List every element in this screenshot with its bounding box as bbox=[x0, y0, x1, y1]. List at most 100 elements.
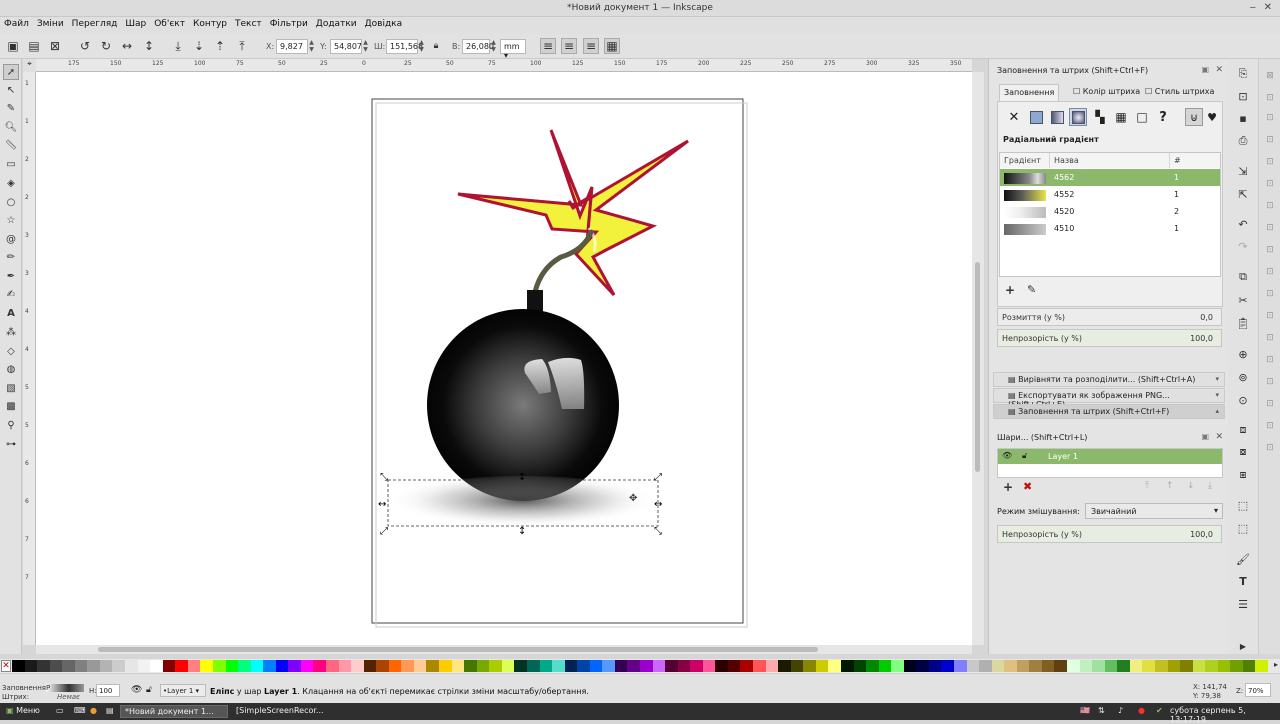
palette-swatch[interactable] bbox=[1242, 660, 1256, 672]
save-icon[interactable]: ▪ bbox=[1236, 111, 1250, 125]
palette-swatch[interactable] bbox=[1217, 660, 1231, 672]
shadow-ellipse[interactable] bbox=[389, 476, 657, 530]
menu-view[interactable]: Перегляд bbox=[68, 17, 122, 29]
star-tool-icon[interactable]: ☆ bbox=[3, 212, 19, 228]
network-icon[interactable]: ⇅ bbox=[1094, 705, 1109, 718]
palette-swatch[interactable] bbox=[891, 660, 905, 672]
fill-rule-evenodd-icon[interactable]: ⊍ bbox=[1185, 108, 1203, 126]
palette-swatch[interactable] bbox=[853, 660, 867, 672]
menu-filters[interactable]: Фільтри bbox=[266, 17, 312, 29]
rectangle-tool-icon[interactable]: ▭ bbox=[3, 156, 19, 172]
select-all-icon[interactable]: ▣ bbox=[5, 38, 21, 54]
snap-path-icon[interactable]: ⊡ bbox=[1263, 221, 1277, 235]
add-gradient-icon[interactable]: + bbox=[1005, 283, 1015, 297]
palette-swatch[interactable] bbox=[501, 660, 515, 672]
unlink-clone-icon[interactable]: ⧆ bbox=[1236, 468, 1250, 482]
snap-page-icon[interactable]: ⊡ bbox=[1263, 375, 1277, 389]
flip-horizontal-icon[interactable]: ↔ bbox=[119, 38, 135, 54]
palette-swatch[interactable] bbox=[451, 660, 465, 672]
palette-swatch[interactable] bbox=[401, 660, 415, 672]
palette-swatch[interactable] bbox=[665, 660, 679, 672]
palette-swatch[interactable] bbox=[1205, 660, 1219, 672]
palette-swatch[interactable] bbox=[564, 660, 578, 672]
panel-iconify-icon[interactable]: ▣ bbox=[1201, 65, 1209, 74]
visibility-icon[interactable]: 👁︎ bbox=[1002, 451, 1012, 460]
palette-swatch[interactable] bbox=[589, 660, 603, 672]
node-tool-icon[interactable]: ↖ bbox=[3, 82, 19, 98]
snap-midpoint-icon[interactable]: ⊡ bbox=[1263, 287, 1277, 301]
flat-color-icon[interactable] bbox=[1027, 108, 1045, 126]
snap-bbox-edge-icon[interactable]: ⊡ bbox=[1263, 111, 1277, 125]
flip-vertical-icon[interactable]: ↕ bbox=[141, 38, 157, 54]
duplicate-icon[interactable]: ⧈ bbox=[1236, 423, 1250, 437]
palette-swatch[interactable] bbox=[426, 660, 440, 672]
unset-paint-icon[interactable]: ? bbox=[1154, 108, 1172, 126]
menu-edit[interactable]: Зміни bbox=[33, 17, 68, 29]
layer-up-icon[interactable]: ↑ bbox=[1166, 481, 1174, 491]
linear-gradient-icon[interactable] bbox=[1048, 108, 1066, 126]
swatch-icon[interactable]: □ bbox=[1133, 108, 1151, 126]
palette-swatch[interactable] bbox=[602, 660, 616, 672]
zoom-tool-icon[interactable]: 🔍︎ bbox=[3, 119, 19, 135]
palette-swatch[interactable] bbox=[313, 660, 327, 672]
palette-swatch[interactable] bbox=[840, 660, 854, 672]
rotate-ccw-icon[interactable]: ↺ bbox=[77, 38, 93, 54]
palette-swatch[interactable] bbox=[24, 660, 38, 672]
palette-swatch[interactable] bbox=[979, 660, 993, 672]
palette-swatch[interactable] bbox=[916, 660, 930, 672]
fill-panel-tab[interactable]: ▤ Заповнення та штрих (Shift+Ctrl+F) ▴ bbox=[993, 404, 1225, 419]
print-icon[interactable]: ⎙ bbox=[1236, 134, 1250, 148]
task-recorder[interactable]: [SimpleScreenRecor... bbox=[232, 705, 332, 718]
palette-swatch[interactable] bbox=[112, 660, 126, 672]
palette-swatch[interactable] bbox=[1142, 660, 1156, 672]
connector-tool-icon[interactable]: ⊶ bbox=[3, 436, 19, 452]
horizontal-scrollbar[interactable] bbox=[36, 645, 972, 654]
dropper-tool-icon[interactable]: ⚲ bbox=[3, 417, 19, 433]
palette-swatch[interactable] bbox=[87, 660, 101, 672]
deselect-icon[interactable]: ⊠ bbox=[47, 38, 63, 54]
palette-swatch[interactable] bbox=[1016, 660, 1030, 672]
firefox-icon[interactable]: ● bbox=[86, 705, 101, 718]
palette-swatch[interactable] bbox=[526, 660, 540, 672]
recorder-tray-icon[interactable]: ● bbox=[1134, 705, 1149, 718]
palette-swatch[interactable] bbox=[464, 660, 478, 672]
task-inkscape[interactable]: *Новий документ 1... bbox=[120, 705, 228, 718]
delete-layer-icon[interactable]: ✖ bbox=[1023, 480, 1032, 493]
toggle-lock-icon[interactable]: 🔓︎ bbox=[146, 685, 152, 695]
pattern-icon[interactable]: ▦ bbox=[1112, 108, 1130, 126]
palette-swatch[interactable] bbox=[1041, 660, 1055, 672]
layers-close-icon[interactable]: ✕ bbox=[1215, 432, 1223, 442]
palette-swatch[interactable] bbox=[715, 660, 729, 672]
palette-swatch[interactable] bbox=[1154, 660, 1168, 672]
palette-swatch[interactable] bbox=[903, 660, 917, 672]
raise-to-top-icon[interactable]: ⤒ bbox=[234, 38, 250, 54]
palette-swatch[interactable] bbox=[187, 660, 201, 672]
menu-text[interactable]: Текст bbox=[231, 17, 266, 29]
palette-swatch[interactable] bbox=[552, 660, 566, 672]
gradient-row-4552[interactable]: 4552 1 bbox=[1000, 186, 1220, 203]
ruler-corner-icon[interactable]: ⌖ bbox=[23, 59, 36, 72]
palette-swatch[interactable] bbox=[125, 660, 139, 672]
redo-icon[interactable]: ↷ bbox=[1236, 239, 1250, 253]
palette-swatch[interactable] bbox=[514, 660, 528, 672]
snap-object-center-icon[interactable]: ⊡ bbox=[1263, 309, 1277, 323]
paste-icon[interactable]: 📋︎ bbox=[1236, 316, 1250, 330]
palette-swatch[interactable] bbox=[1255, 660, 1269, 672]
ellipse-tool-icon[interactable]: ○ bbox=[3, 194, 19, 210]
menu-object[interactable]: Об'єкт bbox=[150, 17, 189, 29]
menu-layer[interactable]: Шар bbox=[121, 17, 150, 29]
palette-swatch[interactable] bbox=[1104, 660, 1118, 672]
cut-icon[interactable]: ✂ bbox=[1236, 293, 1250, 307]
mesh-gradient-icon[interactable]: ▚ bbox=[1091, 108, 1109, 126]
gradient-row-4510[interactable]: 4510 1 bbox=[1000, 220, 1220, 237]
volume-icon[interactable]: ♪ bbox=[1114, 705, 1127, 718]
snap-others-icon[interactable]: ⊡ bbox=[1263, 441, 1277, 455]
palette-swatch[interactable] bbox=[175, 660, 189, 672]
lower-icon[interactable]: ⇣ bbox=[191, 38, 207, 54]
spray-tool-icon[interactable]: ⁂ bbox=[3, 324, 19, 340]
fill-rule-nonzero-icon[interactable]: ♥ bbox=[1203, 108, 1221, 126]
calligraphy-tool-icon[interactable]: ✍ bbox=[3, 286, 19, 302]
mesh-tool-icon[interactable]: ▩ bbox=[3, 398, 19, 414]
palette-swatch[interactable] bbox=[1117, 660, 1131, 672]
rotate-cw-icon[interactable]: ↻ bbox=[98, 38, 114, 54]
